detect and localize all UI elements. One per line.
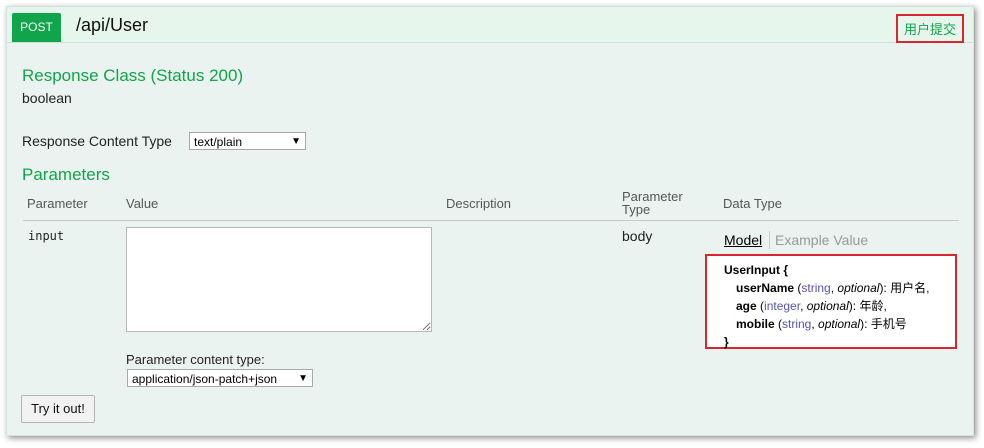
try-it-out-button[interactable]: Try it out! bbox=[21, 395, 95, 423]
header-parameter-type-line2: Type bbox=[622, 202, 651, 217]
response-content-type-value: text/plain bbox=[194, 135, 243, 149]
tab-model[interactable]: Model bbox=[724, 232, 762, 248]
header-description: Description bbox=[446, 196, 512, 211]
header-parameter-type: Parameter Type bbox=[622, 190, 683, 216]
param-type: body bbox=[622, 228, 653, 244]
param-content-type-label: Parameter content type: bbox=[126, 352, 265, 367]
endpoint-path[interactable]: /api/User bbox=[76, 15, 148, 36]
response-content-type-label: Response Content Type bbox=[22, 133, 172, 149]
operation-header[interactable]: POST /api/User 用户提交 bbox=[7, 7, 973, 43]
model-open-brace: { bbox=[783, 263, 789, 277]
param-content-type-value: application/json-patch+json bbox=[132, 372, 278, 386]
header-value: Value bbox=[126, 196, 159, 211]
model-field: age (integer, optional): 年龄, bbox=[736, 299, 887, 313]
response-class-title: Response Class (Status 200) bbox=[22, 66, 244, 85]
http-method-badge[interactable]: POST bbox=[12, 13, 61, 42]
response-content-type-select[interactable]: text/plain ▼ bbox=[189, 132, 306, 150]
model-close-brace: } bbox=[724, 335, 729, 349]
model-field: userName (string, optional): 用户名, bbox=[736, 281, 930, 295]
param-name: input bbox=[28, 229, 65, 243]
parameters-title: Parameters bbox=[22, 165, 110, 184]
model-schema: UserInput { userName (string, optional):… bbox=[705, 254, 957, 349]
header-data-type: Data Type bbox=[723, 196, 783, 211]
operation-panel: POST /api/User 用户提交 Response Class (Stat… bbox=[6, 6, 974, 436]
endpoint-summary[interactable]: 用户提交 bbox=[896, 14, 965, 43]
tab-divider bbox=[769, 231, 770, 249]
tab-example-value[interactable]: Example Value bbox=[775, 232, 868, 248]
header-divider bbox=[23, 220, 959, 221]
param-content-type-select[interactable]: application/json-patch+json ▼ bbox=[127, 369, 313, 387]
chevron-down-icon: ▼ bbox=[298, 373, 308, 384]
header-parameter: Parameter bbox=[27, 196, 88, 211]
model-name: UserInput bbox=[724, 263, 781, 277]
param-value-textarea[interactable] bbox=[126, 227, 432, 332]
response-class-type: boolean bbox=[22, 90, 72, 106]
model-field: mobile (string, optional): 手机号 bbox=[736, 317, 907, 331]
chevron-down-icon: ▼ bbox=[291, 136, 301, 147]
